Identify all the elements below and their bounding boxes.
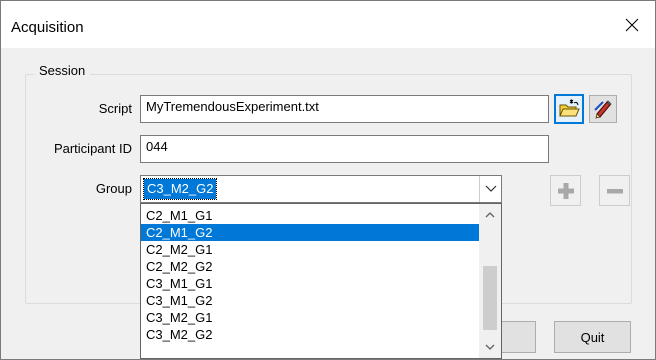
plus-icon — [557, 182, 574, 199]
chevron-up-icon — [485, 212, 495, 218]
remove-group-button[interactable] — [599, 175, 630, 206]
list-item[interactable]: C2_M1_G2 — [141, 224, 479, 241]
group-label: Group — [95, 181, 132, 196]
add-group-button[interactable] — [550, 175, 581, 206]
list-item[interactable]: C2_M2_G1 — [141, 241, 479, 258]
minus-icon — [606, 188, 623, 193]
list-item[interactable]: C3_M2_G2 — [141, 326, 479, 343]
open-script-button[interactable] — [554, 94, 584, 124]
scroll-thumb[interactable] — [483, 266, 497, 330]
scroll-down-button[interactable] — [479, 336, 501, 358]
group-combobox[interactable]: C3_M2_G2 — [140, 175, 502, 203]
script-field[interactable]: MyTremendousExperiment.txt — [140, 95, 549, 123]
list-item[interactable]: C3_M2_G1 — [141, 309, 479, 326]
title-bar: Acquisition — [1, 1, 655, 48]
chevron-down-icon — [485, 185, 496, 192]
acquisition-dialog: Acquisition Session Script MyTremendousE… — [0, 0, 656, 360]
list-item[interactable]: C2_M1_G1 — [141, 207, 479, 224]
list-item[interactable]: C3_M1_G2 — [141, 292, 479, 309]
session-group-label: Session — [34, 63, 91, 78]
dropdown-scrollbar[interactable] — [479, 204, 501, 358]
close-icon — [625, 18, 639, 31]
script-label: Script — [98, 101, 132, 116]
group-dropdown-toggle[interactable] — [479, 176, 501, 202]
quit-button-label: Quit — [580, 329, 605, 345]
list-item[interactable]: C3_M1_G1 — [141, 275, 479, 292]
scroll-up-button[interactable] — [479, 204, 501, 226]
quit-button[interactable]: Quit — [554, 321, 631, 353]
list-item[interactable]: C2_M2_G2 — [141, 258, 479, 275]
group-dropdown-list[interactable]: C2_M1_G1 C2_M1_G2 C2_M2_G1 C2_M2_G2 C3_M… — [140, 203, 502, 359]
close-button[interactable] — [609, 1, 655, 48]
participant-id-field[interactable]: 044 — [140, 135, 549, 163]
chevron-down-icon — [485, 344, 495, 350]
participant-id-label: Participant ID — [53, 141, 132, 156]
open-folder-icon — [559, 99, 580, 117]
window-title: Acquisition — [11, 19, 84, 36]
group-selected-value: C3_M2_G2 — [142, 178, 218, 200]
edit-pencil-icon — [594, 100, 612, 119]
edit-script-button[interactable] — [589, 95, 617, 123]
